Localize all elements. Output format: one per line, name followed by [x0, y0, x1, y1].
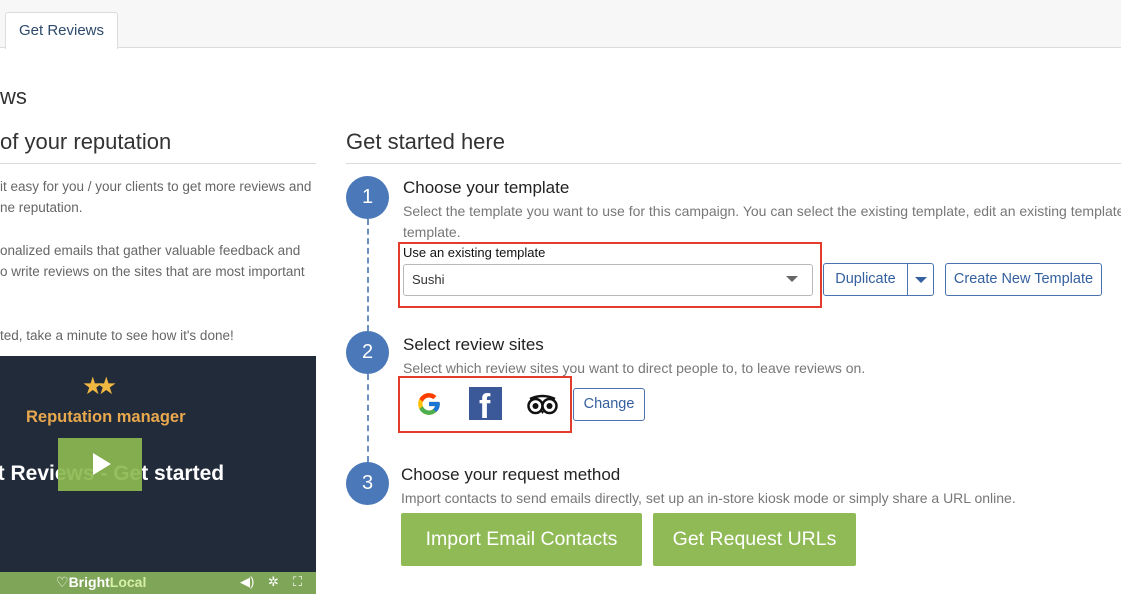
brightlocal-logo: ♡BrightLocal [56, 574, 147, 590]
settings-icon[interactable]: ✲ [268, 574, 279, 590]
step-1-description: template. [403, 224, 461, 240]
step-connector [367, 219, 369, 331]
volume-icon[interactable]: ◀) [240, 574, 254, 590]
tab-get-reviews[interactable]: Get Reviews [5, 12, 118, 49]
import-email-contacts-button[interactable]: Import Email Contacts [401, 513, 642, 566]
fullscreen-icon[interactable]: ⛶ [293, 574, 302, 590]
intro-text: ne reputation. [0, 200, 83, 215]
step-connector [367, 374, 369, 462]
video-brand: Reputation manager [26, 408, 186, 426]
left-heading: of your reputation [0, 129, 172, 154]
create-new-template-button[interactable]: Create New Template [945, 263, 1102, 296]
template-field-label: Use an existing template [403, 245, 546, 260]
step-1-description: Select the template you want to use for … [403, 203, 1121, 219]
duplicate-dropdown-button[interactable] [907, 263, 934, 296]
divider [0, 163, 316, 164]
step-1-title: Choose your template [403, 178, 570, 197]
step-3-number: 3 [346, 462, 389, 505]
duplicate-button[interactable]: Duplicate [823, 263, 908, 296]
google-icon[interactable] [416, 391, 442, 417]
step-2-title: Select review sites [403, 335, 544, 354]
tripadvisor-icon[interactable] [527, 394, 558, 415]
facebook-icon[interactable]: f [469, 387, 502, 420]
stars-icon: ★★ [82, 373, 117, 400]
step-2-number: 2 [346, 331, 389, 374]
get-request-urls-button[interactable]: Get Request URLs [653, 513, 856, 566]
divider [346, 163, 1121, 164]
template-select[interactable]: Sushi [403, 264, 813, 296]
caret-down-icon [915, 277, 927, 283]
chevron-down-icon [786, 276, 798, 282]
page-title: ws [0, 84, 27, 109]
intro-text: it easy for you / your clients to get mo… [0, 179, 312, 194]
intro-text: o write reviews on the sites that are mo… [0, 264, 305, 279]
step-3-title: Choose your request method [401, 465, 621, 484]
step-3-description: Import contacts to send emails directly,… [401, 490, 1016, 506]
get-started-heading: Get started here [346, 129, 505, 154]
tab-bar: Get Reviews [0, 0, 1121, 49]
step-2-description: Select which review sites you want to di… [403, 360, 866, 376]
step-1-number: 1 [346, 176, 389, 219]
intro-text: onalized emails that gather valuable fee… [0, 243, 301, 258]
pin-icon: ♡ [56, 574, 69, 590]
play-button[interactable] [58, 438, 142, 491]
intro-text: ted, take a minute to see how it's done! [0, 328, 234, 343]
change-sites-button[interactable]: Change [573, 388, 645, 421]
